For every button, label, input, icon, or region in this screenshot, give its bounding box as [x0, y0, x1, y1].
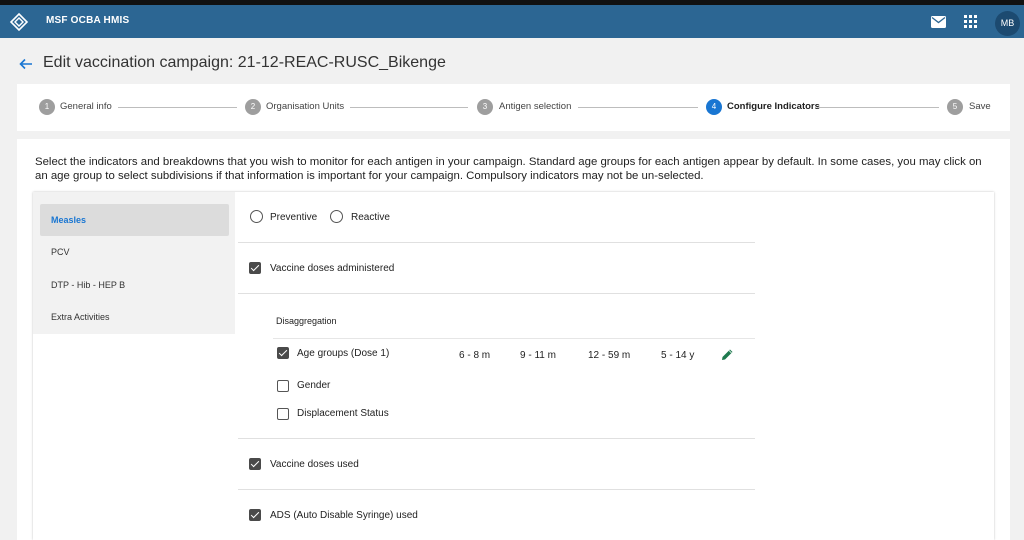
step-2-number[interactable]: 2 [245, 99, 261, 115]
preventive-label: Preventive [270, 212, 318, 223]
apps-grid-icon[interactable] [964, 15, 977, 28]
antigen-tab-measles[interactable]: Measles [40, 204, 229, 236]
divider [238, 438, 755, 439]
divider [238, 489, 755, 490]
age-groups-checkbox[interactable] [277, 347, 289, 359]
divider [238, 293, 755, 294]
wizard-stepper: 1 General info 2 Organisation Units 3 An… [17, 84, 1010, 131]
instructions-text: Select the indicators and breakdowns tha… [35, 156, 982, 182]
arrow-left-icon[interactable] [18, 56, 34, 72]
divider [238, 242, 755, 243]
step-4-label[interactable]: Configure Indicators [727, 101, 820, 112]
mail-icon[interactable] [931, 16, 946, 28]
disaggregation-title: Disaggregation [276, 316, 337, 326]
gender-label: Gender [297, 380, 331, 391]
step-5-label[interactable]: Save [969, 101, 991, 112]
reactive-label: Reactive [351, 212, 390, 223]
step-4-number[interactable]: 4 [706, 99, 722, 115]
gender-checkbox[interactable] [277, 380, 289, 392]
app-title: MSF OCBA HMIS [46, 15, 130, 26]
antigen-sidebar: Measles PCV DTP - Hib - HEP B Extra Acti… [33, 192, 235, 334]
ads-used-label: ADS (Auto Disable Syringe) used [270, 510, 418, 521]
user-avatar[interactable]: MB [995, 11, 1020, 36]
pencil-icon[interactable] [721, 348, 734, 361]
page-title: Edit vaccination campaign: 21-12-REAC-RU… [43, 54, 446, 71]
step-1-label[interactable]: General info [60, 101, 112, 112]
divider [273, 338, 755, 339]
displacement-status-label: Displacement Status [297, 408, 389, 419]
antigen-config-panel: Measles PCV DTP - Hib - HEP B Extra Acti… [33, 192, 994, 540]
step-2-label[interactable]: Organisation Units [266, 101, 344, 112]
displacement-status-checkbox[interactable] [277, 408, 289, 420]
configure-indicators-card: Select the indicators and breakdowns tha… [17, 139, 1010, 540]
app-header: MSF OCBA HMIS MB [0, 5, 1024, 38]
step-3-number[interactable]: 3 [477, 99, 493, 115]
vaccine-doses-administered-label: Vaccine doses administered [270, 263, 395, 274]
age-groups-label: Age groups (Dose 1) [297, 348, 390, 359]
antigen-tab-pcv[interactable]: PCV [40, 236, 229, 268]
ads-used-checkbox[interactable] [249, 509, 261, 521]
reactive-radio[interactable] [330, 210, 343, 223]
step-connector [118, 107, 237, 108]
step-connector [817, 107, 939, 108]
app-logo-icon[interactable] [9, 12, 29, 32]
step-5-number[interactable]: 5 [947, 99, 963, 115]
preventive-radio[interactable] [250, 210, 263, 223]
age-group-12-59m[interactable]: 12 - 59 m [588, 350, 630, 361]
vaccine-doses-used-checkbox[interactable] [249, 458, 261, 470]
age-group-9-11m[interactable]: 9 - 11 m [520, 350, 556, 361]
antigen-tab-extra-activities[interactable]: Extra Activities [40, 301, 229, 333]
step-3-label[interactable]: Antigen selection [499, 101, 571, 112]
vaccine-doses-administered-checkbox[interactable] [249, 262, 261, 274]
step-connector [578, 107, 698, 108]
step-connector [350, 107, 468, 108]
age-group-6-8m[interactable]: 6 - 8 m [459, 350, 490, 361]
step-1-number[interactable]: 1 [39, 99, 55, 115]
vaccine-doses-used-label: Vaccine doses used [270, 459, 359, 470]
age-group-5-14y[interactable]: 5 - 14 y [661, 350, 694, 361]
antigen-tab-dtp-hib-hepb[interactable]: DTP - Hib - HEP B [40, 269, 229, 301]
